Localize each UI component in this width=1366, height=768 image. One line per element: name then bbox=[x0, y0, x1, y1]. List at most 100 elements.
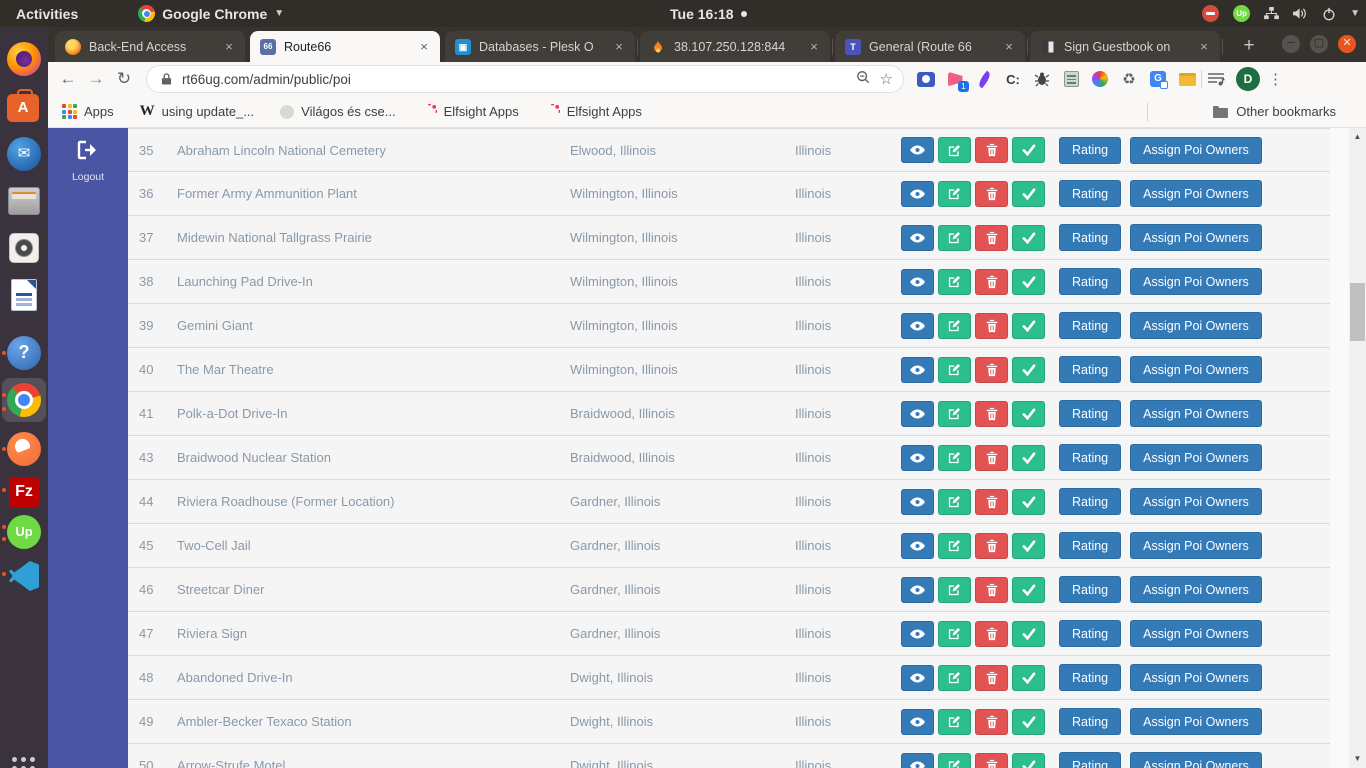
view-button[interactable] bbox=[901, 621, 934, 647]
rating-button[interactable]: Rating bbox=[1059, 532, 1121, 559]
network-icon[interactable] bbox=[1264, 7, 1279, 20]
assign-poi-owners-button[interactable]: Assign Poi Owners bbox=[1130, 180, 1262, 207]
tray-chevron-icon[interactable]: ▼ bbox=[1350, 8, 1360, 19]
logout-button[interactable]: Logout bbox=[48, 140, 128, 183]
assign-poi-owners-button[interactable]: Assign Poi Owners bbox=[1130, 356, 1262, 383]
delete-button[interactable] bbox=[975, 533, 1008, 559]
tab-route66[interactable]: 66 Route66 × bbox=[250, 31, 440, 62]
tab-close-icon[interactable]: × bbox=[1001, 39, 1017, 55]
delete-button[interactable] bbox=[975, 181, 1008, 207]
dock-postman-icon[interactable] bbox=[7, 432, 41, 466]
view-button[interactable] bbox=[901, 137, 934, 163]
assign-poi-owners-button[interactable]: Assign Poi Owners bbox=[1130, 752, 1262, 768]
show-applications-icon[interactable] bbox=[12, 757, 35, 768]
view-button[interactable] bbox=[901, 181, 934, 207]
approve-button[interactable] bbox=[1012, 533, 1045, 559]
assign-poi-owners-button[interactable]: Assign Poi Owners bbox=[1130, 620, 1262, 647]
assign-poi-owners-button[interactable]: Assign Poi Owners bbox=[1130, 224, 1262, 251]
tab-close-icon[interactable]: × bbox=[1196, 39, 1212, 55]
back-icon[interactable]: ← bbox=[54, 69, 82, 89]
upwork-tray-icon[interactable]: Up bbox=[1233, 5, 1250, 22]
maximize-button[interactable]: ▢ bbox=[1310, 35, 1328, 53]
dock-help-icon[interactable]: ? bbox=[7, 336, 41, 370]
bookmark-vilagos[interactable]: Világos és cse... bbox=[280, 104, 395, 119]
approve-button[interactable] bbox=[1012, 225, 1045, 251]
page-scrollbar[interactable]: ▲ ▼ bbox=[1349, 128, 1366, 768]
approve-button[interactable] bbox=[1012, 269, 1045, 295]
assign-poi-owners-button[interactable]: Assign Poi Owners bbox=[1130, 400, 1262, 427]
approve-button[interactable] bbox=[1012, 357, 1045, 383]
rating-button[interactable]: Rating bbox=[1059, 620, 1121, 647]
approve-button[interactable] bbox=[1012, 401, 1045, 427]
tab-sign-guestbook[interactable]: Sign Guestbook on × bbox=[1030, 31, 1220, 62]
scrollbar-thumb[interactable] bbox=[1350, 283, 1365, 341]
view-button[interactable] bbox=[901, 401, 934, 427]
recycle-extension-icon[interactable]: ♻ bbox=[1119, 69, 1139, 89]
rating-button[interactable]: Rating bbox=[1059, 664, 1121, 691]
dock-ubuntu-software-icon[interactable]: A bbox=[7, 90, 41, 124]
dock-upwork-icon[interactable]: Up bbox=[7, 515, 41, 549]
other-bookmarks-button[interactable]: Other bookmarks bbox=[1212, 104, 1336, 119]
delete-button[interactable] bbox=[975, 313, 1008, 339]
badged-extension-icon[interactable]: 1 bbox=[945, 69, 965, 89]
new-tab-button[interactable]: + bbox=[1237, 35, 1261, 59]
edit-button[interactable] bbox=[938, 445, 971, 471]
bookmark-using-update[interactable]: W using update_... bbox=[140, 103, 255, 120]
bookmark-elfsight-1[interactable]: Elfsight Apps bbox=[422, 104, 519, 119]
approve-button[interactable] bbox=[1012, 489, 1045, 515]
delete-button[interactable] bbox=[975, 225, 1008, 251]
edit-button[interactable] bbox=[938, 533, 971, 559]
dock-libreoffice-icon[interactable] bbox=[7, 278, 41, 312]
edit-button[interactable] bbox=[938, 577, 971, 603]
view-button[interactable] bbox=[901, 753, 934, 768]
rating-button[interactable]: Rating bbox=[1059, 356, 1121, 383]
delete-button[interactable] bbox=[975, 577, 1008, 603]
tab-close-icon[interactable]: × bbox=[611, 39, 627, 55]
clock[interactable]: Tue 16:18 bbox=[670, 0, 747, 27]
delete-button[interactable] bbox=[975, 269, 1008, 295]
feather-extension-icon[interactable] bbox=[974, 69, 994, 89]
edit-button[interactable] bbox=[938, 665, 971, 691]
tab-databases-plesk[interactable]: ▣ Databases - Plesk O × bbox=[445, 31, 635, 62]
assign-poi-owners-button[interactable]: Assign Poi Owners bbox=[1130, 532, 1262, 559]
dock-thunderbird-icon[interactable]: ✉ bbox=[7, 137, 41, 171]
approve-button[interactable] bbox=[1012, 621, 1045, 647]
dock-archive-icon[interactable] bbox=[7, 184, 41, 218]
reload-icon[interactable]: ↻ bbox=[110, 69, 138, 89]
folder-extension-icon[interactable] bbox=[1177, 69, 1197, 89]
edit-button[interactable] bbox=[938, 401, 971, 427]
tab-ip-8443[interactable]: 38.107.250.128:844 × bbox=[640, 31, 830, 62]
approve-button[interactable] bbox=[1012, 709, 1045, 735]
rating-button[interactable]: Rating bbox=[1059, 180, 1121, 207]
assign-poi-owners-button[interactable]: Assign Poi Owners bbox=[1130, 312, 1262, 339]
url-text[interactable]: rt66ug.com/admin/public/poi bbox=[182, 72, 846, 87]
screen-capture-extension-icon[interactable] bbox=[916, 69, 936, 89]
approve-button[interactable] bbox=[1012, 137, 1045, 163]
delete-button[interactable] bbox=[975, 753, 1008, 768]
edit-button[interactable] bbox=[938, 357, 971, 383]
delete-button[interactable] bbox=[975, 357, 1008, 383]
delete-button[interactable] bbox=[975, 665, 1008, 691]
edit-button[interactable] bbox=[938, 269, 971, 295]
rating-button[interactable]: Rating bbox=[1059, 576, 1121, 603]
dock-firefox-icon[interactable] bbox=[7, 42, 41, 76]
assign-poi-owners-button[interactable]: Assign Poi Owners bbox=[1130, 444, 1262, 471]
rating-button[interactable]: Rating bbox=[1059, 752, 1121, 768]
assign-poi-owners-button[interactable]: Assign Poi Owners bbox=[1130, 137, 1262, 164]
bookmark-elfsight-2[interactable]: Elfsight Apps bbox=[545, 104, 642, 119]
approve-button[interactable] bbox=[1012, 577, 1045, 603]
view-button[interactable] bbox=[901, 357, 934, 383]
close-button[interactable]: ✕ bbox=[1338, 35, 1356, 53]
bookmark-apps[interactable]: Apps bbox=[62, 104, 114, 119]
view-button[interactable] bbox=[901, 577, 934, 603]
view-button[interactable] bbox=[901, 709, 934, 735]
approve-button[interactable] bbox=[1012, 313, 1045, 339]
edit-button[interactable] bbox=[938, 225, 971, 251]
tab-close-icon[interactable]: × bbox=[806, 39, 822, 55]
activities-button[interactable]: Activities bbox=[16, 6, 78, 22]
colorzilla-extension-icon[interactable]: C: bbox=[1003, 69, 1023, 89]
tab-back-end-access[interactable]: Back-End Access × bbox=[55, 31, 245, 62]
delete-button[interactable] bbox=[975, 489, 1008, 515]
address-bar[interactable]: rt66ug.com/admin/public/poi ☆ bbox=[146, 65, 904, 93]
app-menu[interactable]: Google Chrome ▼ bbox=[138, 5, 284, 22]
